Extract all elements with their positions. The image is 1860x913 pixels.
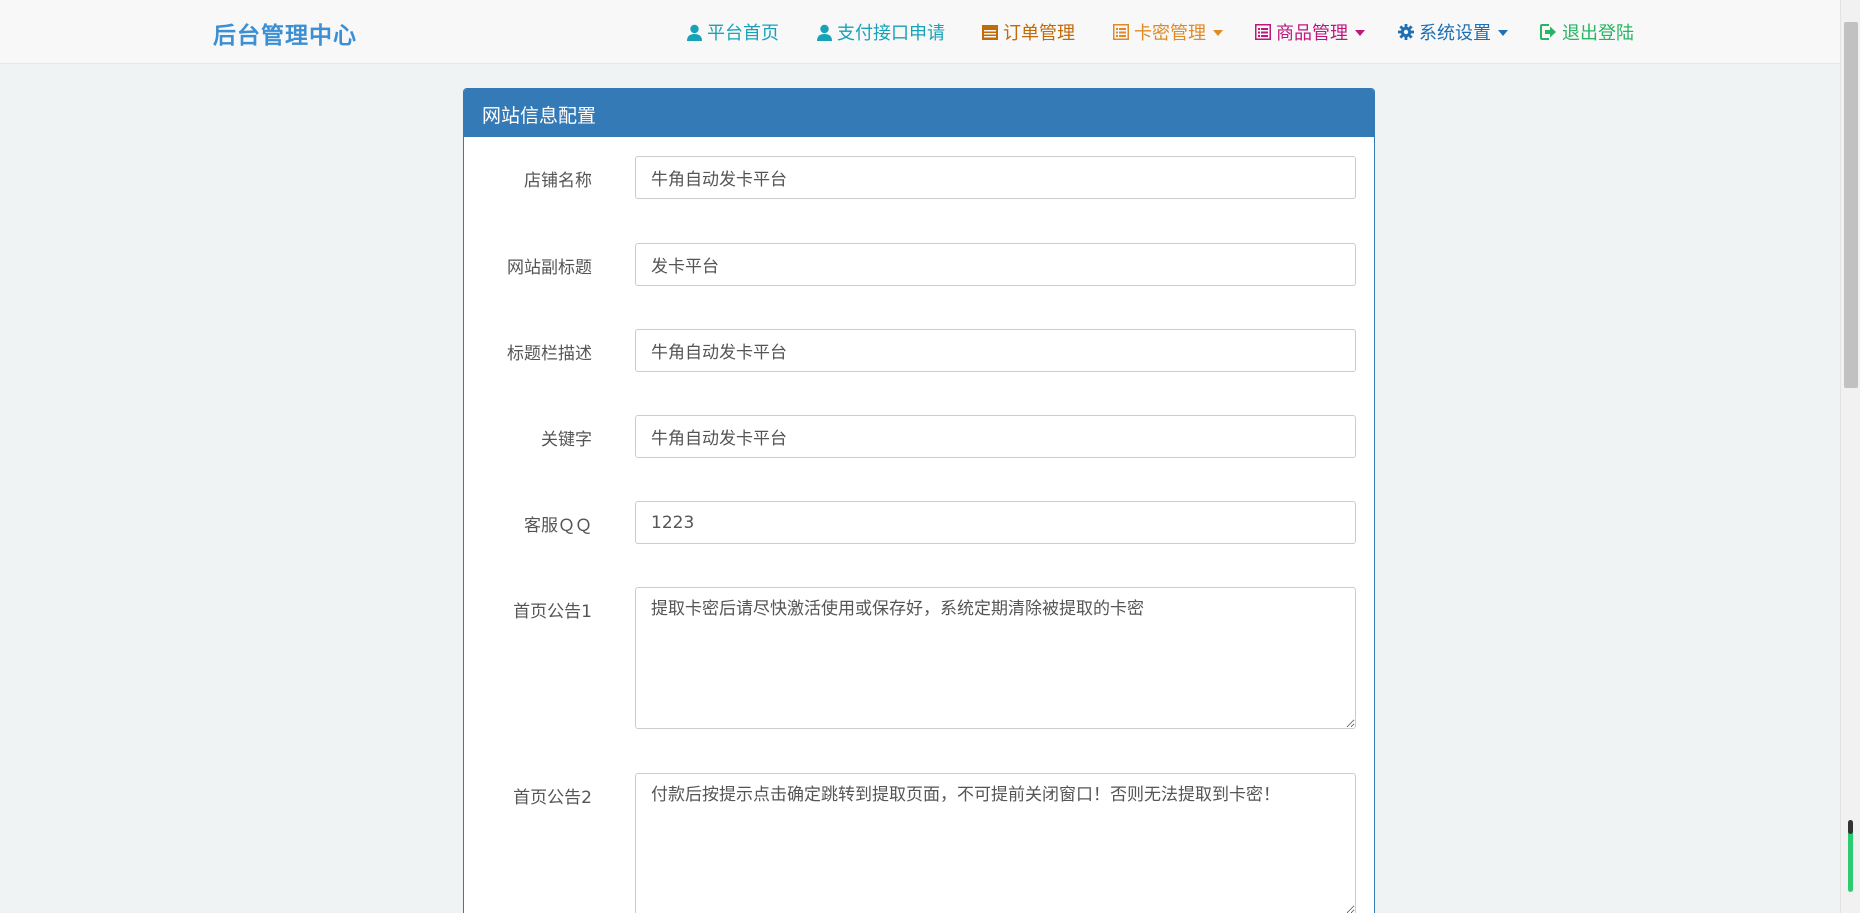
user-icon: [687, 24, 702, 41]
field-label: 首页公告2: [513, 788, 592, 808]
nav-item-system-settings[interactable]: 系统设置: [1398, 19, 1508, 45]
logout-icon: [1540, 24, 1556, 40]
nav-label: 商品管理: [1276, 23, 1348, 44]
user-icon: [817, 24, 832, 41]
shop-name-input[interactable]: [635, 156, 1356, 199]
field-label: 网站副标题: [507, 258, 592, 278]
nav-item-product-manage[interactable]: 商品管理: [1255, 19, 1365, 45]
list-alt-icon: [1113, 24, 1129, 40]
top-navbar: 后台管理中心 平台首页 支付接口申请 订单管理 卡密管理 商品管理 系统设置 退…: [0, 0, 1840, 64]
field-label: 关键字: [541, 430, 592, 450]
chevron-down-icon: [1355, 30, 1365, 36]
nav-item-logout[interactable]: 退出登陆: [1540, 19, 1634, 45]
nav-item-card-manage[interactable]: 卡密管理: [1113, 19, 1223, 45]
nav-label: 支付接口申请: [837, 23, 945, 44]
field-label: 首页公告1: [513, 602, 592, 622]
panel-title: 网站信息配置: [464, 89, 1374, 137]
support-qq-input[interactable]: [635, 501, 1356, 544]
notice-2-textarea[interactable]: 付款后按提示点击确定跳转到提取页面，不可提前关闭窗口！否则无法提取到卡密！: [635, 773, 1356, 913]
nav-label: 卡密管理: [1134, 23, 1206, 44]
chevron-down-icon: [1213, 30, 1223, 36]
page-scrollbar[interactable]: [1840, 0, 1860, 913]
nav-item-home[interactable]: 平台首页: [687, 19, 779, 45]
field-label: 标题栏描述: [507, 344, 592, 364]
list-alt-icon: [1255, 24, 1271, 40]
chevron-down-icon: [1498, 30, 1508, 36]
scrollbar-thumb[interactable]: [1844, 22, 1858, 388]
calendar-icon: [982, 25, 998, 40]
nav-label: 退出登陆: [1562, 23, 1634, 44]
site-config-panel: 网站信息配置 店铺名称 网站副标题 标题栏描述 关键字 客服ＱＱ 首页公告1 提…: [463, 88, 1375, 913]
title-description-input[interactable]: [635, 329, 1356, 372]
subtitle-input[interactable]: [635, 243, 1356, 286]
field-label: 店铺名称: [524, 171, 592, 191]
nav-item-payment-apply[interactable]: 支付接口申请: [817, 19, 945, 45]
nav-label: 系统设置: [1419, 23, 1491, 44]
scroll-indicator-cap: [1848, 820, 1853, 834]
nav-label: 平台首页: [707, 23, 779, 44]
nav-item-orders[interactable]: 订单管理: [982, 19, 1075, 45]
field-label: 客服ＱＱ: [524, 516, 592, 536]
nav-label: 订单管理: [1003, 23, 1075, 44]
gear-icon: [1398, 24, 1414, 40]
keywords-input[interactable]: [635, 415, 1356, 458]
brand-title[interactable]: 后台管理中心: [213, 16, 357, 50]
notice-1-textarea[interactable]: 提取卡密后请尽快激活使用或保存好，系统定期清除被提取的卡密: [635, 587, 1356, 729]
